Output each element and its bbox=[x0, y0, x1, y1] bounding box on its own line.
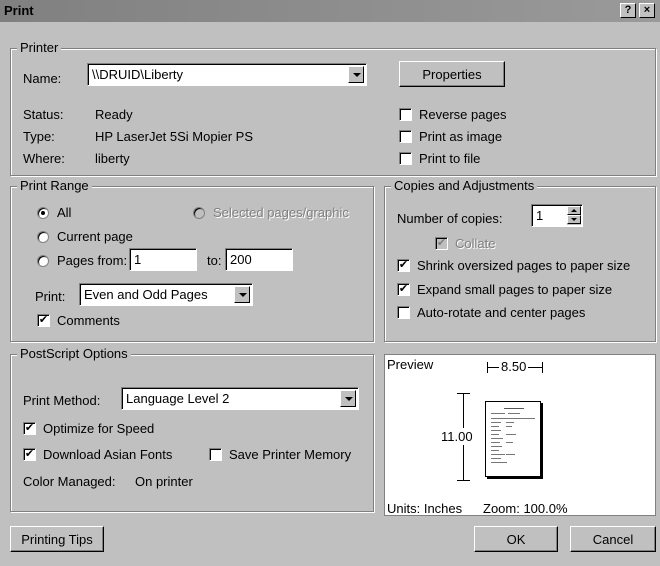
copies-legend: Copies and Adjustments bbox=[391, 178, 538, 193]
reverse-pages-label[interactable]: Reverse pages bbox=[419, 107, 506, 122]
postscript-group: PostScript Options Print Method: Languag… bbox=[10, 346, 374, 512]
name-label: Name: bbox=[23, 71, 62, 86]
color-managed-label: Color Managed: bbox=[23, 474, 116, 489]
type-value: HP LaserJet 5Si Mopier PS bbox=[95, 129, 253, 144]
width-tick-left bbox=[487, 362, 488, 373]
chevron-down-icon[interactable] bbox=[348, 66, 364, 83]
collate-checkbox: ✔ bbox=[435, 237, 448, 250]
printer-legend: Printer bbox=[17, 40, 62, 55]
preview-width: 8.50 bbox=[499, 359, 529, 374]
printer-name-dropdown[interactable]: \\DRUID\Liberty bbox=[87, 63, 367, 86]
print-method-value: Language Level 2 bbox=[126, 391, 230, 406]
selected-pages-label: Selected pages/graphic bbox=[213, 205, 349, 220]
expand-label[interactable]: Expand small pages to paper size bbox=[417, 282, 612, 297]
save-memory-checkbox[interactable] bbox=[209, 448, 222, 461]
chevron-down-icon[interactable] bbox=[340, 390, 356, 407]
print-subset-dropdown[interactable]: Even and Odd Pages bbox=[79, 283, 253, 306]
preview-panel: Preview 8.50 11.00 Units: Inches Zoom: 1… bbox=[384, 354, 656, 516]
check-icon: ✔ bbox=[398, 259, 409, 271]
copies-spinner[interactable] bbox=[567, 206, 581, 225]
width-tick-right bbox=[542, 362, 543, 373]
check-icon: ✔ bbox=[24, 448, 35, 460]
where-label: Where: bbox=[23, 151, 65, 166]
print-method-dropdown[interactable]: Language Level 2 bbox=[121, 387, 359, 410]
print-range-legend: Print Range bbox=[17, 178, 92, 193]
all-radio[interactable] bbox=[37, 207, 49, 219]
current-page-label[interactable]: Current page bbox=[57, 229, 133, 244]
postscript-legend: PostScript Options bbox=[17, 346, 131, 361]
optimize-speed-label[interactable]: Optimize for Speed bbox=[43, 421, 154, 436]
download-fonts-checkbox[interactable]: ✔ bbox=[23, 448, 36, 461]
copies-stepper[interactable]: 1 bbox=[531, 204, 583, 227]
check-icon: ✔ bbox=[436, 237, 447, 249]
printer-group: Printer Name: \\DRUID\Liberty Properties… bbox=[10, 40, 656, 176]
height-tick-bottom bbox=[457, 480, 470, 481]
reverse-pages-checkbox[interactable] bbox=[399, 108, 412, 121]
check-icon: ✔ bbox=[398, 283, 409, 295]
pages-to-input[interactable]: 200 bbox=[225, 248, 293, 271]
comments-label[interactable]: Comments bbox=[57, 313, 120, 328]
chevron-down-icon[interactable] bbox=[234, 286, 250, 303]
save-memory-label[interactable]: Save Printer Memory bbox=[229, 447, 351, 462]
where-value: liberty bbox=[95, 151, 130, 166]
printer-name-value: \\DRUID\Liberty bbox=[92, 67, 184, 82]
print-subset-value: Even and Odd Pages bbox=[84, 287, 208, 302]
pages-from-radio[interactable] bbox=[37, 255, 49, 267]
zoom-label: Zoom: 100.0% bbox=[483, 501, 568, 516]
color-managed-value: On printer bbox=[135, 474, 193, 489]
status-label: Status: bbox=[23, 107, 64, 122]
collate-label: Collate bbox=[455, 236, 496, 251]
print-to-file-checkbox[interactable] bbox=[399, 152, 412, 165]
page-thumbnail bbox=[485, 401, 541, 477]
properties-button[interactable]: Properties bbox=[399, 61, 505, 87]
print-as-image-label[interactable]: Print as image bbox=[419, 129, 502, 144]
print-range-group: Print Range All Selected pages/graphic C… bbox=[10, 178, 374, 342]
print-as-image-checkbox[interactable] bbox=[399, 130, 412, 143]
expand-checkbox[interactable]: ✔ bbox=[397, 283, 410, 296]
check-icon: ✔ bbox=[38, 314, 49, 326]
status-value: Ready bbox=[95, 107, 133, 122]
preview-height: 11.00 bbox=[441, 428, 473, 445]
type-label: Type: bbox=[23, 129, 55, 144]
download-fonts-label[interactable]: Download Asian Fonts bbox=[43, 447, 172, 462]
height-tick-top bbox=[457, 393, 470, 394]
number-of-copies-label: Number of copies: bbox=[397, 211, 503, 226]
shrink-label[interactable]: Shrink oversized pages to paper size bbox=[417, 258, 630, 273]
units-label: Units: Inches bbox=[387, 501, 463, 516]
close-button[interactable]: × bbox=[639, 3, 655, 18]
copies-group: Copies and Adjustments Number of copies:… bbox=[384, 178, 656, 342]
print-dialog: Print ? × Printer Name: \\DRUID\Liberty … bbox=[0, 0, 660, 566]
preview-label: Preview bbox=[387, 357, 434, 372]
all-label[interactable]: All bbox=[57, 205, 71, 220]
optimize-speed-checkbox[interactable]: ✔ bbox=[23, 422, 36, 435]
shrink-checkbox[interactable]: ✔ bbox=[397, 259, 410, 272]
autorotate-label[interactable]: Auto-rotate and center pages bbox=[417, 305, 585, 320]
pages-from-label[interactable]: Pages from: bbox=[57, 253, 127, 268]
cancel-button[interactable]: Cancel bbox=[570, 526, 656, 552]
current-page-radio[interactable] bbox=[37, 231, 49, 243]
printing-tips-button[interactable]: Printing Tips bbox=[10, 526, 104, 552]
copies-value: 1 bbox=[536, 208, 544, 223]
title-bar: Print ? × bbox=[0, 0, 660, 22]
spin-up-icon[interactable] bbox=[567, 206, 581, 215]
selected-pages-radio bbox=[193, 207, 205, 219]
print-subset-label: Print: bbox=[35, 289, 66, 304]
spin-down-icon[interactable] bbox=[567, 215, 581, 224]
ok-button[interactable]: OK bbox=[474, 526, 558, 552]
print-method-label: Print Method: bbox=[23, 393, 101, 408]
help-button[interactable]: ? bbox=[620, 3, 636, 18]
print-to-file-label[interactable]: Print to file bbox=[419, 151, 480, 166]
to-label: to: bbox=[207, 253, 222, 268]
autorotate-checkbox[interactable] bbox=[397, 306, 410, 319]
pages-from-input[interactable]: 1 bbox=[129, 248, 197, 271]
window-title: Print bbox=[4, 3, 34, 18]
comments-checkbox[interactable]: ✔ bbox=[37, 314, 50, 327]
check-icon: ✔ bbox=[24, 422, 35, 434]
